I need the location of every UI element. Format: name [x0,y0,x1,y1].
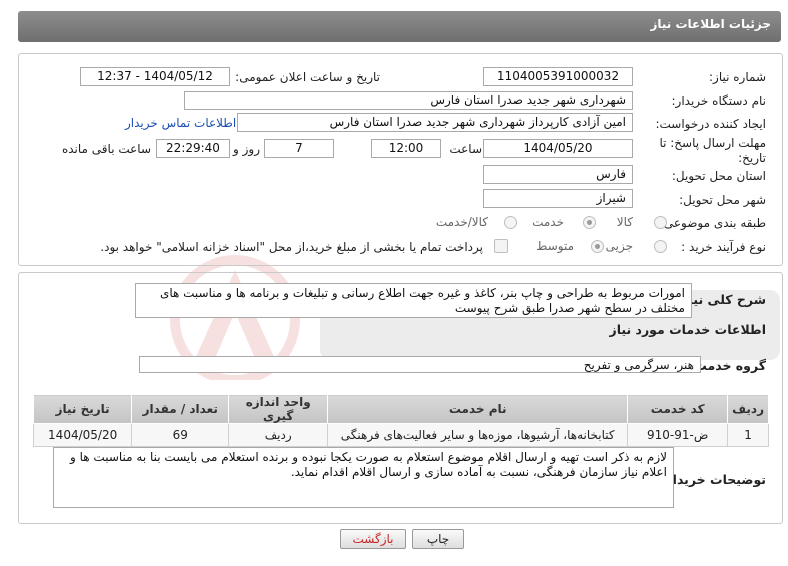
back-button[interactable]: بازگشت [340,529,406,549]
col-unit: واحد اندازه گیری [228,394,329,424]
need-number-field[interactable]: 1104005391000032 [483,67,633,86]
deadline-time-field[interactable]: 12:00 [371,139,441,158]
days-remaining-field[interactable]: 7 [264,139,334,158]
page-header: جزئیات اطلاعات نیاز [18,11,781,42]
table-row[interactable]: 1 ض-91-910 کتابخانه‌ها، آرشیوها، موزه‌ها… [32,423,769,447]
process-option-medium: متوسط [536,239,574,253]
province-field[interactable]: فارس [483,165,633,184]
col-service-name: نام خدمت [327,394,629,424]
category-radio-goods-service[interactable] [504,216,517,229]
cell-service-name: کتابخانه‌ها، آرشیوها، موزه‌ها و سایر فعا… [327,423,629,447]
deadline-label: مهلت ارسال پاسخ: تا تاریخ: [659,136,766,165]
services-section-title: اطلاعات خدمات مورد نیاز [609,322,767,337]
process-radio-minor[interactable] [654,240,667,253]
buyer-notes-label: توضیحات خریدار: [660,472,766,487]
category-option-goods-service: کالا/خدمت [435,215,488,229]
process-label: نوع فرآیند خرید : [681,240,766,254]
buyer-notes-textarea[interactable]: لازم به ذکر است تهیه و ارسال اقلام موضوع… [53,447,674,508]
remaining-time-label: ساعت باقی مانده [61,142,151,156]
process-option-minor: جزیی [605,239,633,253]
cell-need-date: 1404/05/20 [32,423,133,447]
process-radio-medium[interactable] [591,240,604,253]
deadline-date-field[interactable]: 1404/05/20 [483,139,633,158]
days-label: روز و [233,142,260,156]
cell-quantity: 69 [131,423,230,447]
remaining-time-field[interactable]: 22:29:40 [156,139,230,158]
treasury-payment-note: پرداخت تمام یا بخشی از مبلغ خرید،از محل … [100,240,483,254]
announce-date-label: تاریخ و ساعت اعلان عمومی: [235,70,380,84]
cell-row-number: 1 [727,423,769,447]
creator-label: ایجاد کننده درخواست: [655,117,766,131]
summary-textarea[interactable]: امورات مربوط به طراحی و چاپ بنر، کاغذ و … [135,283,692,318]
city-label: شهر محل تحویل: [679,193,766,207]
buyer-contact-link[interactable]: اطلاعات تماس خریدار [125,116,236,130]
services-table: ردیف کد خدمت نام خدمت واحد اندازه گیری ت… [32,394,769,447]
col-need-date: تاریخ نیاز [32,394,133,424]
print-button[interactable]: چاپ [412,529,464,549]
deadline-time-label: ساعت [449,142,482,156]
category-radio-service[interactable] [583,216,596,229]
col-row-number: ردیف [727,394,769,424]
treasury-payment-checkbox[interactable] [494,239,508,253]
table-header-row: ردیف کد خدمت نام خدمت واحد اندازه گیری ت… [32,394,769,424]
announce-date-field[interactable]: 1404/05/12 - 12:37 [80,67,230,86]
category-radio-goods[interactable] [654,216,667,229]
cell-service-code: ض-91-910 [627,423,729,447]
buyer-org-field[interactable]: شهرداری شهر جدید صدرا استان فارس [184,91,633,110]
col-quantity: تعداد / مقدار [131,394,230,424]
province-label: استان محل تحویل: [671,169,766,183]
category-option-service: خدمت [532,215,564,229]
page-title: جزئیات اطلاعات نیاز [650,17,771,31]
city-field[interactable]: شیراز [483,189,633,208]
service-group-field[interactable]: هنر، سرگرمی و تفریح [139,356,701,373]
need-number-label: شماره نیاز: [709,70,766,84]
col-service-code: کد خدمت [627,394,729,424]
buyer-org-label: نام دستگاه خریدار: [671,94,767,108]
creator-field[interactable]: امین آزادی کارپرداز شهرداری شهر جدید صدر… [237,113,633,132]
cell-unit: ردیف [228,423,329,447]
category-option-goods: کالا [616,215,633,229]
category-label: طبقه بندی موضوعی: [659,216,766,230]
